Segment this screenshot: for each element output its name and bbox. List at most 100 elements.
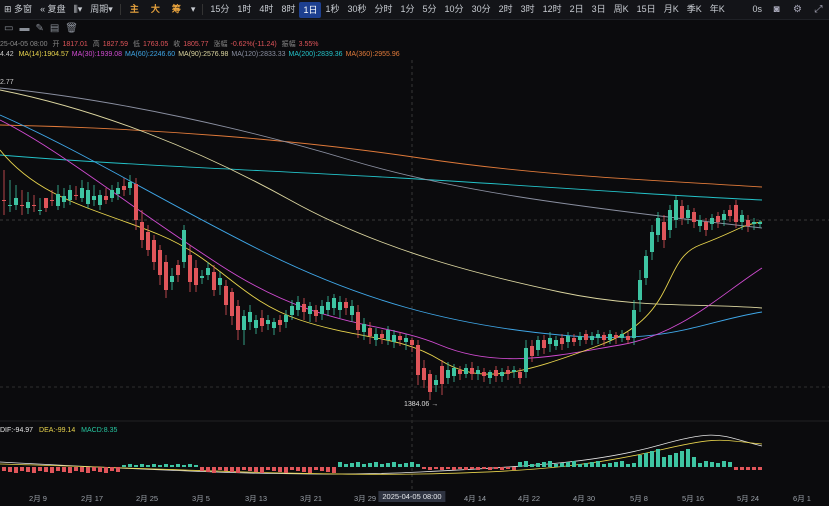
ma-curve-2 [0, 87, 763, 229]
x-tick-label: 3月 13 [244, 494, 268, 503]
macd-bar-6 [38, 467, 42, 471]
macd-bar-22 [134, 465, 138, 467]
ma-curve-4 [0, 114, 763, 338]
candle-body-80 [482, 372, 486, 376]
candle-body-118 [710, 218, 714, 224]
candle-body-43 [260, 318, 264, 326]
macd-bar-112 [674, 453, 678, 467]
candle-body-64 [386, 330, 390, 340]
macd-bar-72 [434, 467, 438, 469]
candle-body-87 [524, 348, 528, 372]
macd-bar-75 [452, 467, 456, 470]
candle-body-108 [650, 232, 654, 252]
macd-bar-91 [548, 461, 552, 467]
candle-body-116 [698, 220, 702, 226]
macd-bar-113 [680, 451, 684, 467]
candle-body-28 [170, 276, 174, 282]
candle-body-42 [254, 320, 258, 328]
candle-body-4 [26, 202, 30, 208]
candle-body-35 [212, 272, 216, 290]
macd-bar-0 [2, 467, 6, 471]
candle-body-56 [338, 302, 342, 310]
x-tick-label: 3月 29 [353, 494, 377, 503]
macd-bar-92 [554, 464, 558, 467]
macd-bar-59 [356, 462, 360, 467]
macd-bar-89 [536, 463, 540, 467]
macd-bar-79 [476, 467, 480, 470]
candle-body-44 [266, 320, 270, 324]
macd-bar-103 [620, 461, 624, 467]
macd-bar-68 [410, 462, 414, 467]
crosshair-date-label: 2025-04-05 08:00 [378, 491, 446, 502]
macd-bar-3 [20, 467, 24, 471]
macd-bar-44 [266, 467, 270, 470]
candle-body-125 [752, 222, 756, 224]
macd-bar-48 [290, 467, 294, 470]
macd-bar-26 [158, 465, 162, 467]
macd-bar-27 [164, 464, 168, 467]
macd-bar-32 [194, 465, 198, 467]
candle-body-39 [236, 306, 240, 330]
candle-body-37 [224, 286, 228, 305]
macd-bar-46 [278, 467, 282, 472]
candle-body-121 [728, 210, 732, 216]
macd-bar-9 [56, 467, 60, 471]
x-tick-label: 3月 5 [192, 494, 210, 503]
candle-body-40 [242, 316, 246, 330]
candle-body-50 [302, 304, 306, 312]
macd-bar-104 [626, 464, 630, 467]
ma-curve-5 [0, 119, 763, 360]
macd-bar-118 [710, 462, 714, 467]
macd-bar-17 [104, 467, 108, 473]
macd-bar-111 [668, 455, 672, 467]
macd-bar-109 [656, 449, 660, 467]
candle-body-58 [350, 306, 354, 315]
candle-body-79 [476, 370, 480, 374]
macd-bar-30 [182, 465, 186, 467]
candle-body-29 [176, 265, 180, 275]
macd-bar-16 [98, 467, 102, 472]
macd-bar-36 [218, 467, 222, 470]
candlestick-chart[interactable] [0, 0, 829, 506]
macd-bar-23 [140, 464, 144, 467]
macd-bar-61 [368, 463, 372, 467]
candle-body-27 [164, 262, 168, 290]
candle-body-13 [80, 188, 84, 198]
macd-dif: DIF:-94.97 [0, 427, 34, 434]
candle-body-105 [632, 310, 636, 338]
candle-body-18 [110, 190, 114, 198]
candle-body-110 [662, 222, 666, 240]
candle-body-106 [638, 280, 642, 300]
macd-bar-14 [86, 467, 90, 473]
macd-bar-40 [242, 467, 246, 470]
macd-bar-81 [488, 467, 492, 470]
candle-body-16 [98, 195, 102, 205]
candle-body-96 [578, 336, 582, 340]
candle-body-88 [530, 346, 534, 356]
candle-body-47 [284, 315, 288, 322]
candle-body-41 [248, 312, 252, 322]
candle-body-61 [368, 328, 372, 336]
candle-body-6 [38, 210, 42, 211]
macd-bar-66 [398, 464, 402, 467]
macd-value: MACD:8.35 [81, 427, 118, 434]
candle-body-19 [116, 188, 120, 194]
x-tick-label: 6月 1 [793, 494, 811, 503]
macd-bar-2 [14, 467, 18, 473]
macd-bar-80 [482, 467, 486, 469]
candle-body-112 [674, 200, 678, 220]
x-axis: 2月 9 2月 17 2月 25 3月 5 3月 13 3月 21 3月 29 4月 14 4月… [0, 490, 829, 506]
candle-body-86 [518, 372, 522, 378]
macd-bar-19 [116, 467, 120, 472]
candle-body-12 [74, 195, 78, 196]
macd-bar-29 [176, 464, 180, 467]
macd-bar-64 [386, 463, 390, 467]
candle-body-46 [278, 320, 282, 325]
macd-bar-110 [662, 457, 666, 467]
macd-bar-82 [494, 467, 498, 469]
macd-bar-96 [578, 464, 582, 467]
candle-body-122 [734, 205, 738, 222]
candle-body-7 [44, 198, 48, 208]
macd-bar-78 [470, 467, 474, 469]
macd-bar-39 [236, 467, 240, 473]
